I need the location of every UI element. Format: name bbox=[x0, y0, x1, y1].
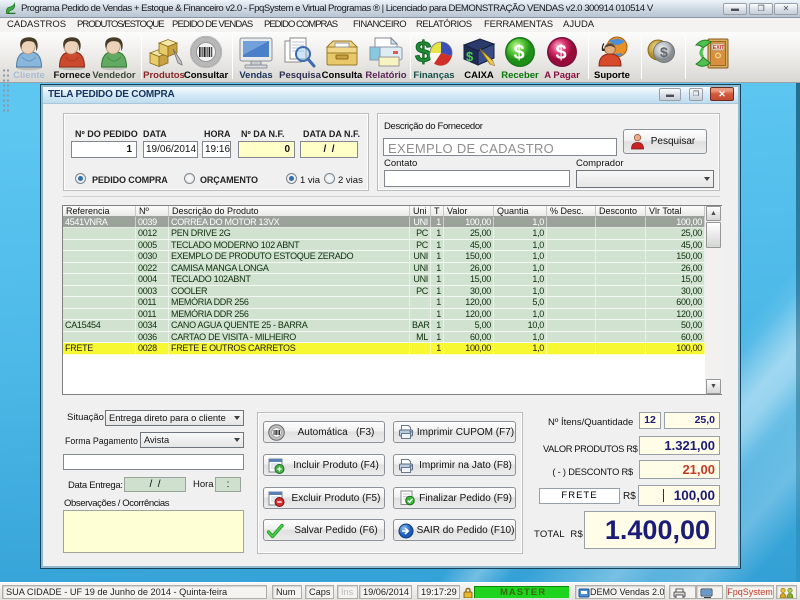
svg-text:EXIT: EXIT bbox=[713, 45, 725, 51]
svg-text:$: $ bbox=[514, 42, 525, 64]
svg-text:$: $ bbox=[466, 49, 474, 64]
svg-text:$: $ bbox=[415, 36, 432, 69]
svg-text:$: $ bbox=[556, 42, 567, 64]
svg-text:$: $ bbox=[660, 44, 668, 60]
